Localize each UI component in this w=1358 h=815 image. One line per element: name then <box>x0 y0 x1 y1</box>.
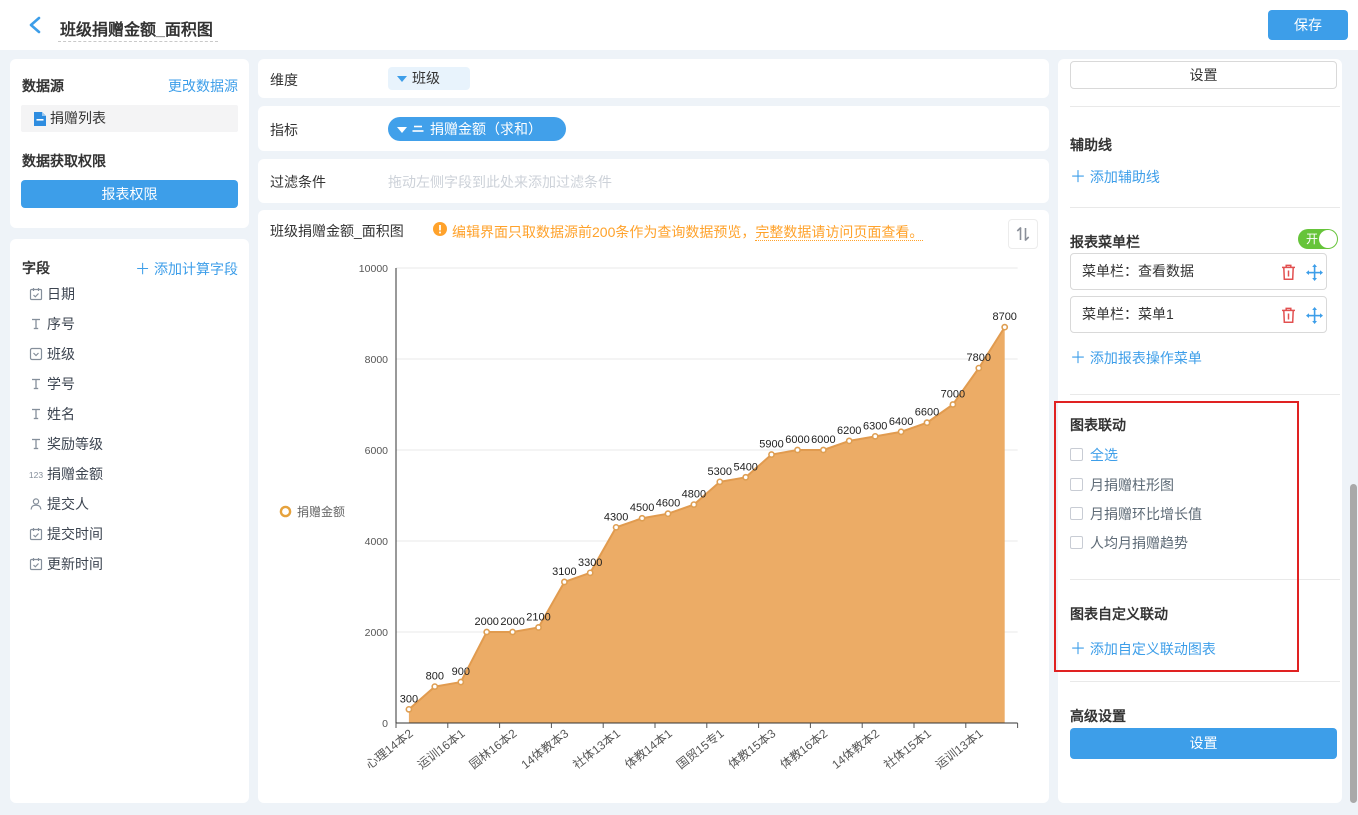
svg-text:国贸15专1: 国贸15专1 <box>673 725 727 772</box>
svg-text:123: 123 <box>29 470 43 480</box>
svg-text:社体15本1: 社体15本1 <box>880 725 934 772</box>
svg-text:6000: 6000 <box>811 434 835 446</box>
svg-text:体教14本1: 体教14本1 <box>621 725 675 772</box>
svg-text:7800: 7800 <box>967 352 991 364</box>
svg-text:2000: 2000 <box>474 616 498 628</box>
svg-text:体教15本3: 体教15本3 <box>725 725 779 772</box>
svg-text:6300: 6300 <box>863 420 887 432</box>
svg-text:6000: 6000 <box>785 434 809 446</box>
svg-text:7000: 7000 <box>941 389 965 401</box>
svg-text:8700: 8700 <box>992 311 1016 323</box>
svg-text:14体教本2: 14体教本2 <box>829 725 883 772</box>
svg-text:2100: 2100 <box>526 611 550 623</box>
svg-text:900: 900 <box>452 666 470 678</box>
svg-text:捐赠金额: 捐赠金额 <box>297 504 345 519</box>
svg-text:社体13本1: 社体13本1 <box>570 725 624 772</box>
svg-text:2000: 2000 <box>500 616 524 628</box>
svg-text:6400: 6400 <box>889 416 913 428</box>
svg-text:6200: 6200 <box>837 425 861 437</box>
svg-text:800: 800 <box>426 671 444 683</box>
svg-text:4300: 4300 <box>604 511 628 523</box>
svg-text:园林16本2: 园林16本2 <box>467 726 520 772</box>
svg-text:6000: 6000 <box>365 445 389 457</box>
svg-text:5300: 5300 <box>708 466 732 478</box>
svg-text:14体教本3: 14体教本3 <box>518 725 572 772</box>
svg-text:4600: 4600 <box>656 498 680 510</box>
svg-text:300: 300 <box>400 693 418 705</box>
svg-text:5900: 5900 <box>759 439 783 451</box>
svg-text:4500: 4500 <box>630 502 654 514</box>
svg-text:4000: 4000 <box>365 536 389 548</box>
svg-text:3100: 3100 <box>552 566 576 578</box>
svg-text:运训13本1: 运训13本1 <box>933 726 986 772</box>
svg-text:3300: 3300 <box>578 557 602 569</box>
svg-text:0: 0 <box>382 718 388 730</box>
svg-text:运训16本1: 运训16本1 <box>415 726 468 772</box>
svg-text:2000: 2000 <box>365 627 389 639</box>
svg-text:6600: 6600 <box>915 407 939 419</box>
svg-text:8000: 8000 <box>365 354 389 366</box>
svg-text:4800: 4800 <box>682 489 706 501</box>
svg-text:5400: 5400 <box>733 461 757 473</box>
svg-text:体教16本2: 体教16本2 <box>777 725 831 772</box>
svg-text:心理14本2: 心理14本2 <box>363 726 416 772</box>
svg-text:10000: 10000 <box>359 263 388 275</box>
